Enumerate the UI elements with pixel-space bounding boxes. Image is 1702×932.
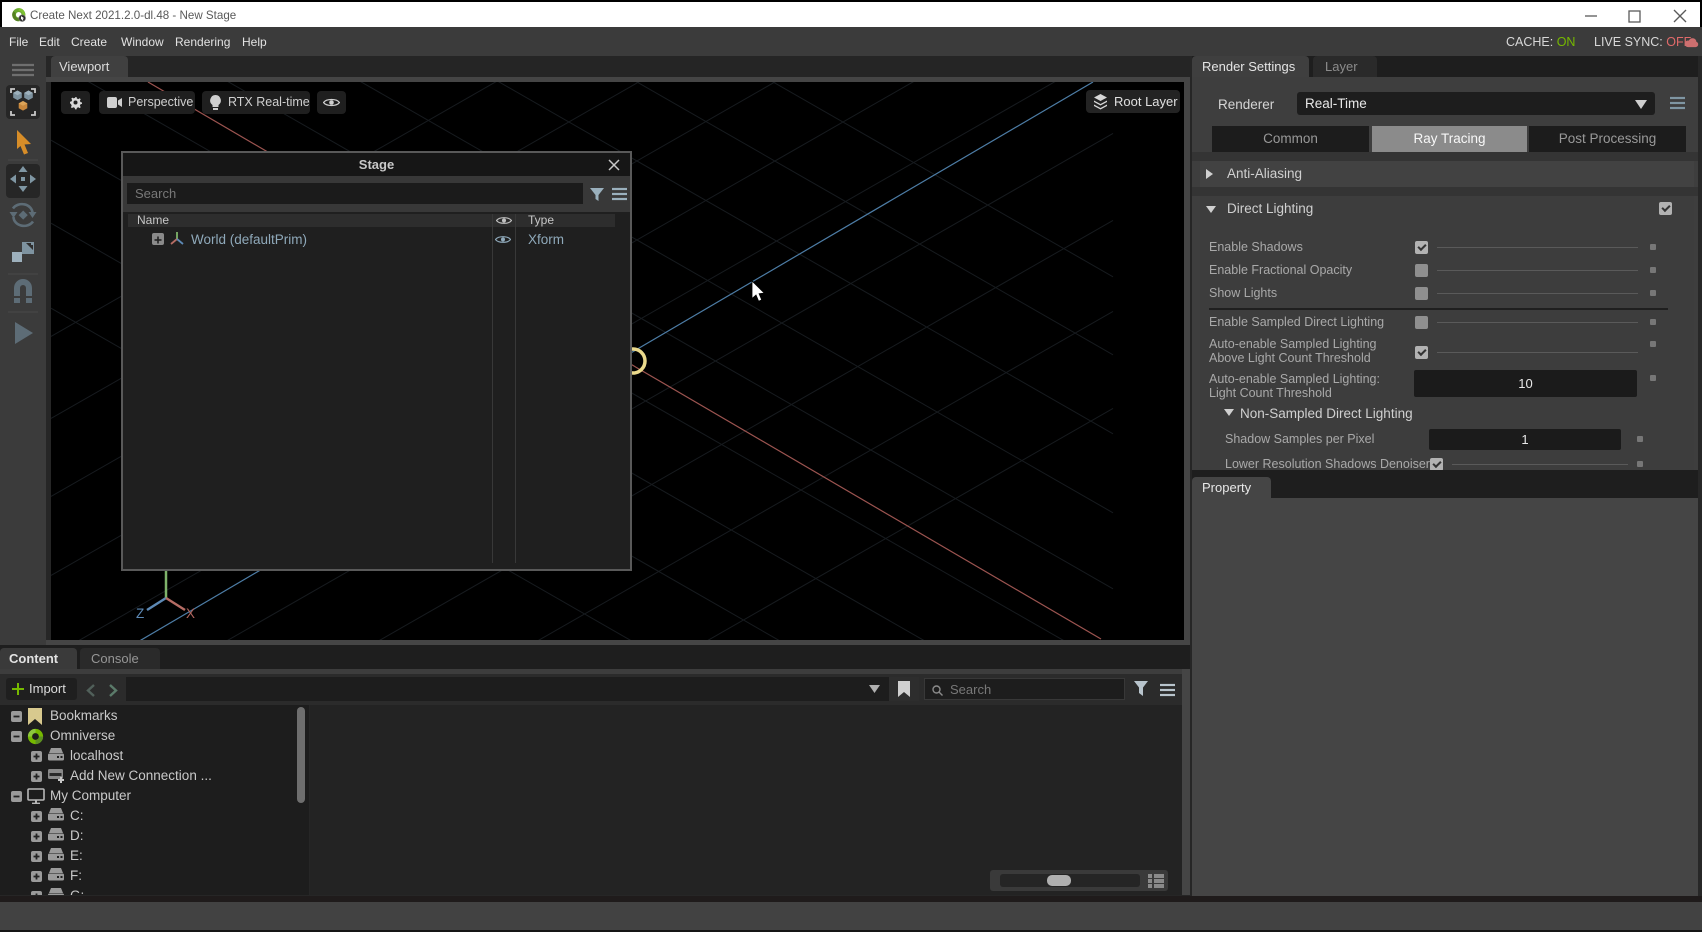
svg-text:X: X bbox=[186, 606, 195, 621]
svg-text:Z: Z bbox=[136, 606, 144, 621]
